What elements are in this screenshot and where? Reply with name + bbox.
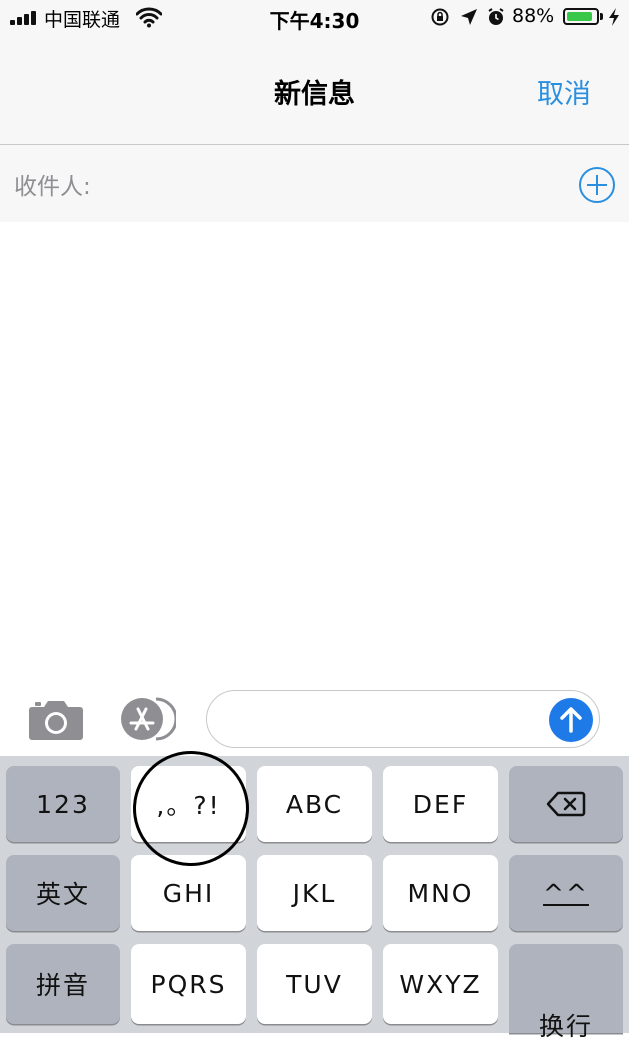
key-english[interactable]: 英文 [6, 855, 120, 931]
battery-fill [567, 12, 592, 21]
key-abc[interactable]: ABC [257, 766, 372, 842]
recipient-label: 收件人: [14, 174, 91, 200]
battery-percent: 88% [512, 5, 555, 27]
key-pinyin[interactable]: 拼音 [6, 944, 120, 1024]
alarm-icon [488, 8, 504, 25]
recipient-field[interactable]: 收件人: [0, 145, 629, 222]
navigation-bar: 新信息 取消 [0, 34, 629, 145]
rotation-lock-icon [431, 8, 449, 26]
battery-tip [600, 13, 603, 20]
delete-key[interactable] [509, 766, 623, 842]
add-contact-button[interactable] [578, 166, 616, 204]
key-emoticon[interactable]: ^^ [509, 855, 623, 931]
delete-icon [546, 791, 586, 817]
cancel-button[interactable]: 取消 [537, 72, 591, 111]
keyboard: 123 ,。?! ABC DEF 英文 GHI JKL MNO ^^ 拼音 PQ… [0, 756, 629, 1039]
key-tuv[interactable]: TUV [257, 944, 372, 1024]
key-jkl[interactable]: JKL [257, 855, 372, 931]
status-bar: 中国联通 下午4:30 88% [0, 0, 629, 34]
key-123[interactable]: 123 [6, 766, 120, 842]
page-title: 新信息 [274, 79, 355, 110]
app-store-button[interactable] [118, 697, 176, 741]
location-arrow-icon [461, 9, 477, 25]
message-input[interactable] [206, 690, 600, 748]
key-return[interactable]: 换行 [509, 944, 623, 1039]
key-def[interactable]: DEF [383, 766, 498, 842]
key-mno[interactable]: MNO [383, 855, 498, 931]
key-pqrs[interactable]: PQRS [131, 944, 246, 1024]
battery-icon [563, 8, 599, 25]
camera-button[interactable] [28, 697, 84, 741]
key-ghi[interactable]: GHI [131, 855, 246, 931]
charging-bolt-icon [609, 8, 619, 26]
send-button[interactable] [549, 698, 593, 742]
key-return-label: 换行 [538, 1012, 593, 1041]
key-wxyz[interactable]: WXYZ [383, 944, 498, 1024]
